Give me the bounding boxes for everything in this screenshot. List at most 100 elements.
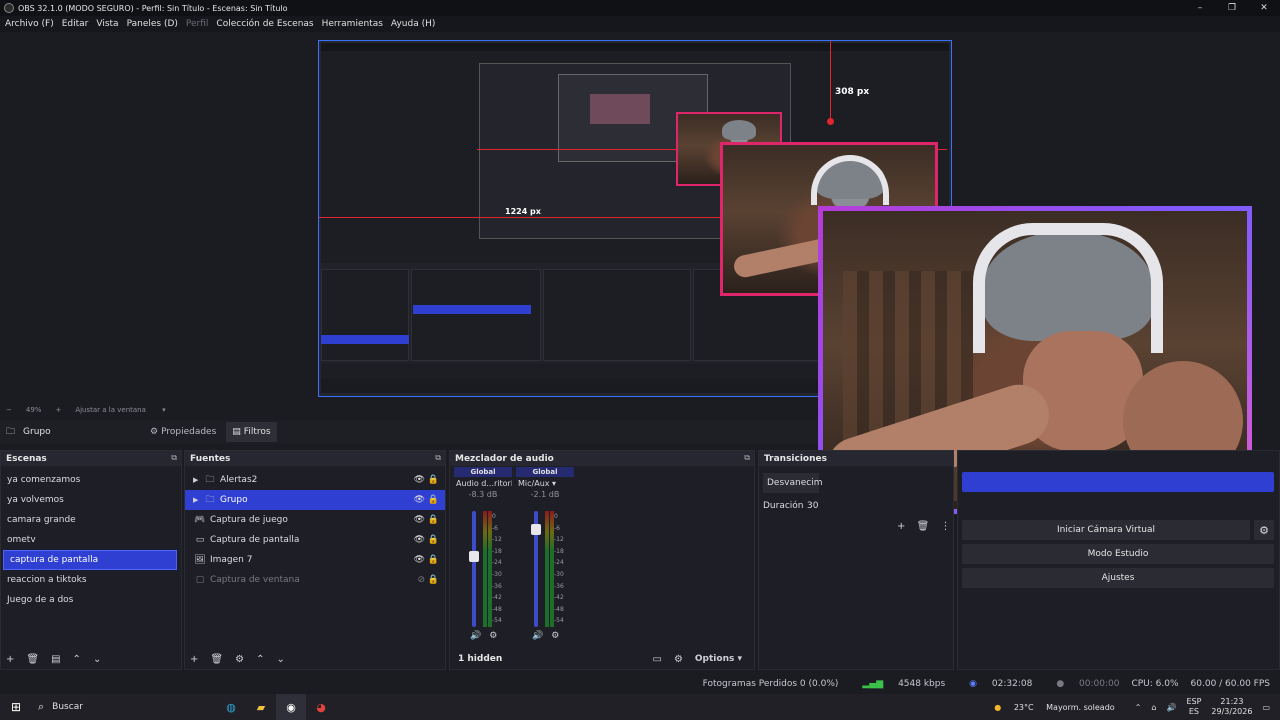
network-icon[interactable]: ⌂ xyxy=(1151,703,1156,712)
zoom-in-button[interactable]: + xyxy=(55,406,61,414)
lock-icon[interactable]: 🔒 xyxy=(428,495,439,505)
eye-icon[interactable]: 👁 xyxy=(414,495,425,505)
lock-icon[interactable]: 🔒 xyxy=(428,515,439,525)
add-source-button[interactable]: + xyxy=(190,654,198,665)
system-tray: ● 23°C Mayorm. soleado ⌃ ⌂ 🔊 ESP ES 21:23… xyxy=(994,694,1280,720)
volume-slider-handle[interactable] xyxy=(469,550,479,562)
speaker-icon[interactable]: 🔊 xyxy=(470,631,481,641)
source-item[interactable]: 🖼 Imagen 7 👁 🔒 xyxy=(185,550,445,570)
transition-toolbar: + 🗑 ⋮ xyxy=(897,521,950,532)
eye-hidden-icon[interactable]: ⊘ xyxy=(417,575,425,585)
duration-input[interactable]: 30 xyxy=(807,501,818,511)
source-item[interactable]: ▭ Captura de pantalla 👁 🔒 xyxy=(185,530,445,550)
move-down-button[interactable]: ⌄ xyxy=(276,654,284,665)
volume-slider[interactable] xyxy=(472,511,476,627)
eye-icon[interactable]: 👁 xyxy=(414,555,425,565)
filters-button[interactable]: ▤ Filtros xyxy=(226,422,277,442)
edge-browser-icon[interactable]: ◍ xyxy=(216,694,246,720)
record-timer: ● 00:00:00 xyxy=(1044,679,1119,689)
eye-icon[interactable]: 👁 xyxy=(414,515,425,525)
layout-toggle-icon[interactable]: ▭ xyxy=(652,654,661,665)
move-up-button[interactable]: ⌃ xyxy=(256,654,264,665)
scene-item[interactable]: ya comenzamos xyxy=(1,470,181,490)
clock[interactable]: 21:23 29/3/2026 xyxy=(1211,697,1252,717)
chrome-browser-icon[interactable]: ◕ xyxy=(306,694,336,720)
speaker-icon[interactable]: 🔊 xyxy=(532,631,543,641)
options-dropdown[interactable]: Options ▾ xyxy=(695,654,742,664)
windows-start-button[interactable]: ⊞ xyxy=(0,694,32,720)
channel-global-label: Global xyxy=(454,467,512,477)
measure-handle[interactable] xyxy=(827,118,834,125)
channel-name[interactable]: Audio d...ritorio ▾ xyxy=(454,479,512,488)
properties-label: Propiedades xyxy=(161,427,217,437)
remove-scene-button[interactable]: 🗑 xyxy=(26,654,39,665)
source-item[interactable]: ▶ 🗀 Alertas2 👁 🔒 xyxy=(185,470,445,490)
scene-item[interactable]: Juego de a dos xyxy=(1,590,181,610)
scene-filters-button[interactable]: ▤ xyxy=(51,654,60,665)
scene-item[interactable]: ya volvemos xyxy=(1,490,181,510)
remove-source-button[interactable]: 🗑 xyxy=(210,654,223,665)
taskbar-search[interactable]: ⌕ Buscar xyxy=(32,697,216,717)
eye-icon[interactable]: 👁 xyxy=(414,535,425,545)
scene-item-selected[interactable]: captura de pantalla xyxy=(3,550,177,570)
properties-button[interactable]: ⚙ Propiedades xyxy=(144,422,222,442)
virtual-camera-settings-button[interactable]: ⚙ xyxy=(1254,520,1274,540)
volume-slider-handle[interactable] xyxy=(531,523,541,535)
move-up-button[interactable]: ⌃ xyxy=(73,654,81,665)
undock-icon[interactable]: ⧉ xyxy=(171,453,177,463)
zoom-fit-dropdown[interactable]: Ajustar a la ventana ▾ xyxy=(75,406,165,414)
menu-editar[interactable]: Editar xyxy=(62,19,89,29)
transition-select[interactable]: Desvanecim xyxy=(763,473,822,493)
file-explorer-icon[interactable]: ▰ xyxy=(246,694,276,720)
stream-button[interactable] xyxy=(962,472,1274,492)
channel-settings-icon[interactable]: ⚙ xyxy=(489,631,497,641)
scene-item[interactable]: ometv xyxy=(1,530,181,550)
volume-icon[interactable]: 🔊 xyxy=(1166,703,1176,712)
scene-item[interactable]: reaccion a tiktoks xyxy=(1,570,181,590)
maximize-button[interactable]: ❐ xyxy=(1216,0,1248,16)
weather-widget[interactable]: ● 23°C Mayorm. soleado xyxy=(994,703,1124,712)
menu-herramientas[interactable]: Herramientas xyxy=(322,19,383,29)
menu-ayuda[interactable]: Ayuda (H) xyxy=(391,19,435,29)
scene-item[interactable]: camara grande xyxy=(1,510,181,530)
expand-arrow-icon[interactable]: ▶ xyxy=(193,496,203,504)
hidden-count[interactable]: 1 hidden xyxy=(458,654,502,664)
source-item-hidden[interactable]: ▢ Captura de ventana ⊘ 🔒 xyxy=(185,570,445,590)
source-item-selected[interactable]: ▶ 🗀 Grupo 👁 🔒 xyxy=(185,490,445,510)
menu-coleccion-escenas[interactable]: Colección de Escenas xyxy=(216,19,313,29)
remove-transition-button[interactable]: 🗑 xyxy=(917,521,930,532)
transition-more-button[interactable]: ⋮ xyxy=(940,521,950,532)
source-properties-button[interactable]: ⚙ xyxy=(235,654,244,665)
undock-icon[interactable]: ⧉ xyxy=(744,453,750,463)
source-item[interactable]: 🎮 Captura de juego 👁 🔒 xyxy=(185,510,445,530)
move-down-button[interactable]: ⌄ xyxy=(93,654,101,665)
add-transition-button[interactable]: + xyxy=(897,521,905,532)
search-placeholder: Buscar xyxy=(52,702,83,712)
lock-icon[interactable]: 🔒 xyxy=(428,535,439,545)
menu-perfil[interactable]: Perfil xyxy=(186,19,209,29)
zoom-out-button[interactable]: − xyxy=(6,406,12,414)
filter-icon: ▤ xyxy=(232,427,241,437)
obs-app-icon[interactable]: ◉ xyxy=(276,694,306,720)
eye-icon[interactable]: 👁 xyxy=(414,475,425,485)
tray-overflow-icon[interactable]: ⌃ xyxy=(1135,703,1142,712)
add-scene-button[interactable]: + xyxy=(6,654,14,665)
advanced-audio-icon[interactable]: ⚙ xyxy=(674,654,683,665)
menu-archivo[interactable]: Archivo (F) xyxy=(5,19,54,29)
notification-icon[interactable]: ▭ xyxy=(1262,703,1270,712)
undock-icon[interactable]: ⧉ xyxy=(435,453,441,463)
expand-arrow-icon[interactable]: ▶ xyxy=(193,476,203,484)
close-button[interactable]: ✕ xyxy=(1248,0,1280,16)
lock-icon[interactable]: 🔒 xyxy=(428,475,439,485)
settings-button[interactable]: Ajustes xyxy=(962,568,1274,588)
virtual-camera-button[interactable]: Iniciar Cámara Virtual xyxy=(962,520,1250,540)
lock-icon[interactable]: 🔒 xyxy=(428,555,439,565)
studio-mode-button[interactable]: Modo Estudio xyxy=(962,544,1274,564)
menu-paneles[interactable]: Paneles (D) xyxy=(127,19,178,29)
menu-vista[interactable]: Vista xyxy=(96,19,118,29)
minimize-button[interactable]: – xyxy=(1184,0,1216,16)
language-indicator[interactable]: ESP ES xyxy=(1186,697,1201,717)
channel-name[interactable]: Mic/Aux ▾ xyxy=(516,479,574,488)
lock-icon[interactable]: 🔒 xyxy=(428,575,439,585)
channel-settings-icon[interactable]: ⚙ xyxy=(551,631,559,641)
